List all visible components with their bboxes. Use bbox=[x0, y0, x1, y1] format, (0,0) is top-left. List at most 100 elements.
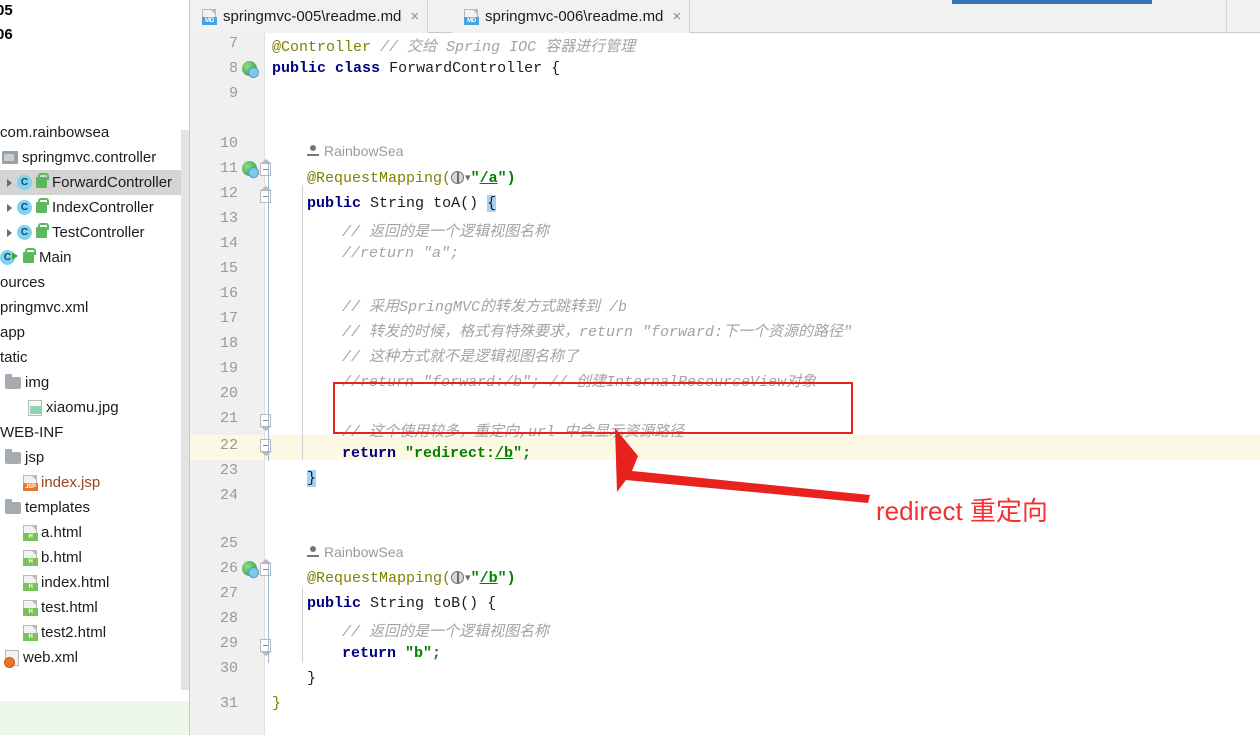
code-fold-toggle[interactable] bbox=[260, 559, 272, 576]
folder-icon bbox=[5, 498, 21, 514]
folder-icon bbox=[5, 448, 21, 464]
tree-item-web-xml[interactable]: web.xml bbox=[0, 645, 190, 670]
java-class-icon: C bbox=[17, 175, 32, 190]
line-number: 27 bbox=[219, 585, 238, 602]
line-number: 17 bbox=[219, 310, 238, 327]
code-line-16: // 转发的时候，格式有特殊要求，return "forward:下一个资源的路… bbox=[342, 324, 853, 341]
tree-item-webapp[interactable]: app bbox=[0, 320, 190, 345]
code-editor[interactable]: 7 8 9 10 11 12 13 14 15 16 17 18 19 20 2… bbox=[190, 33, 1260, 735]
url-mapping-link[interactable]: /a bbox=[480, 170, 498, 187]
tree-item-web-inf[interactable]: WEB-INF bbox=[0, 420, 190, 445]
java-class-icon: C bbox=[17, 225, 32, 240]
tree-item-index-jsp[interactable]: JSP index.jsp bbox=[0, 470, 190, 495]
string-quote: "; bbox=[513, 445, 532, 462]
code-line-27: // 返回的是一个逻辑视图名称 bbox=[342, 624, 550, 641]
line-number: 26 bbox=[219, 560, 238, 577]
class-name: ForwardController bbox=[389, 60, 543, 77]
sidebar-scrollbar[interactable] bbox=[181, 130, 189, 690]
string-b: "b"; bbox=[405, 645, 442, 662]
tree-item-springmvc-controller[interactable]: springmvc.controller bbox=[0, 145, 190, 170]
tree-label: img bbox=[25, 374, 50, 391]
project-header-line-1: 05 bbox=[0, 2, 13, 19]
run-gutter-icon[interactable] bbox=[242, 561, 259, 578]
chevron-right-icon[interactable] bbox=[5, 227, 16, 238]
url-mapping-link[interactable]: /b bbox=[480, 570, 498, 587]
project-header-line-2: 06 bbox=[0, 26, 13, 43]
tree-item-main[interactable]: C Main bbox=[0, 245, 190, 270]
html-file-icon: H bbox=[23, 524, 38, 541]
code-fold-toggle[interactable] bbox=[260, 186, 272, 203]
tree-label: IndexController bbox=[52, 199, 154, 216]
tree-item-testcontroller[interactable]: C TestController bbox=[0, 220, 190, 245]
code-fold-toggle[interactable] bbox=[260, 414, 272, 431]
globe-icon[interactable] bbox=[451, 171, 465, 184]
annotation-label: redirect 重定向 bbox=[876, 496, 1048, 526]
tree-item-index-html[interactable]: H index.html bbox=[0, 570, 190, 595]
tree-item-com-rainbowsea[interactable]: com.rainbowsea bbox=[0, 120, 190, 145]
code-line-18: //return "forward:/b"; // 创建InternalReso… bbox=[342, 374, 817, 391]
tree-item-jsp[interactable]: jsp bbox=[0, 445, 190, 470]
line-number: 14 bbox=[219, 235, 238, 252]
sidebar-status-strip bbox=[0, 701, 190, 735]
tree-item-a-html[interactable]: H a.html bbox=[0, 520, 190, 545]
line-number: 10 bbox=[219, 135, 238, 152]
line-number: 29 bbox=[219, 635, 238, 652]
tree-item-b-html[interactable]: H b.html bbox=[0, 545, 190, 570]
tab-label: springmvc-006\readme.md bbox=[485, 8, 664, 25]
type-string: String bbox=[370, 195, 425, 212]
line-number: 28 bbox=[219, 610, 238, 627]
java-main-class-icon: C bbox=[0, 250, 18, 265]
chevron-right-icon[interactable] bbox=[5, 177, 16, 188]
line-number: 20 bbox=[219, 385, 238, 402]
tree-item-static[interactable]: tatic bbox=[0, 345, 190, 370]
person-icon bbox=[307, 145, 319, 157]
run-gutter-icon[interactable] bbox=[242, 161, 259, 178]
code-line-11: public String toA() { bbox=[307, 195, 497, 212]
tree-item-indexcontroller[interactable]: C IndexController bbox=[0, 195, 190, 220]
tree-item-springmvc-xml[interactable]: pringmvc.xml bbox=[0, 295, 190, 320]
tree-label: index.jsp bbox=[41, 474, 101, 491]
tree-label: ources bbox=[0, 274, 46, 291]
indent-guide bbox=[302, 588, 303, 663]
keyword-class: class bbox=[335, 60, 381, 77]
line-number: 7 bbox=[228, 35, 238, 52]
code-line-30: } bbox=[272, 695, 281, 712]
tree-label: app bbox=[0, 324, 26, 341]
chevron-right-icon[interactable] bbox=[5, 202, 16, 213]
close-icon[interactable]: × bbox=[410, 8, 419, 25]
close-icon[interactable]: × bbox=[672, 8, 681, 25]
code-fold-toggle[interactable] bbox=[260, 159, 272, 176]
markdown-icon: MD bbox=[464, 8, 479, 25]
globe-icon[interactable] bbox=[451, 571, 465, 584]
tree-item-img[interactable]: img bbox=[0, 370, 190, 395]
ide-window: 05 06 com.rainbowsea springmvc.controlle… bbox=[0, 0, 1260, 735]
tab-springmvc-006-readme[interactable]: MD springmvc-006\readme.md × bbox=[452, 0, 691, 33]
tree-label: com.rainbowsea bbox=[0, 124, 110, 141]
code-fold-toggle[interactable] bbox=[260, 639, 272, 656]
html-file-icon: H bbox=[23, 574, 38, 591]
tab-springmvc-005-readme[interactable]: MD springmvc-005\readme.md × bbox=[190, 0, 429, 33]
lock-icon bbox=[36, 173, 49, 188]
code-fold-toggle[interactable] bbox=[260, 439, 272, 456]
string-quote: ") bbox=[497, 570, 516, 587]
tree-item-test-html[interactable]: H test.html bbox=[0, 595, 190, 620]
tree-item-resources[interactable]: ources bbox=[0, 270, 190, 295]
run-gutter-icon[interactable] bbox=[242, 61, 259, 78]
line-number: 24 bbox=[219, 487, 238, 504]
tree-item-test2-html[interactable]: H test2.html bbox=[0, 620, 190, 645]
tree-item-forwardcontroller[interactable]: C ForwardController bbox=[0, 170, 190, 195]
gutter-border bbox=[264, 33, 265, 735]
active-tab-indicator bbox=[952, 0, 1152, 4]
java-class-icon: C bbox=[17, 200, 32, 215]
code-line-12: // 返回的是一个逻辑视图名称 bbox=[342, 224, 550, 241]
tree-item-templates[interactable]: templates bbox=[0, 495, 190, 520]
redirect-target-link[interactable]: /b bbox=[495, 445, 513, 462]
tab-bar-divider bbox=[1226, 0, 1227, 33]
tree-label: templates bbox=[25, 499, 91, 516]
lock-icon bbox=[23, 248, 36, 263]
code-line-8: public class ForwardController { bbox=[272, 60, 560, 77]
line-number: 12 bbox=[219, 185, 238, 202]
annotation-requestmapping: @RequestMapping( bbox=[307, 170, 452, 187]
tree-item-xiaomu-jpg[interactable]: xiaomu.jpg bbox=[0, 395, 190, 420]
tree-label: b.html bbox=[41, 549, 82, 566]
